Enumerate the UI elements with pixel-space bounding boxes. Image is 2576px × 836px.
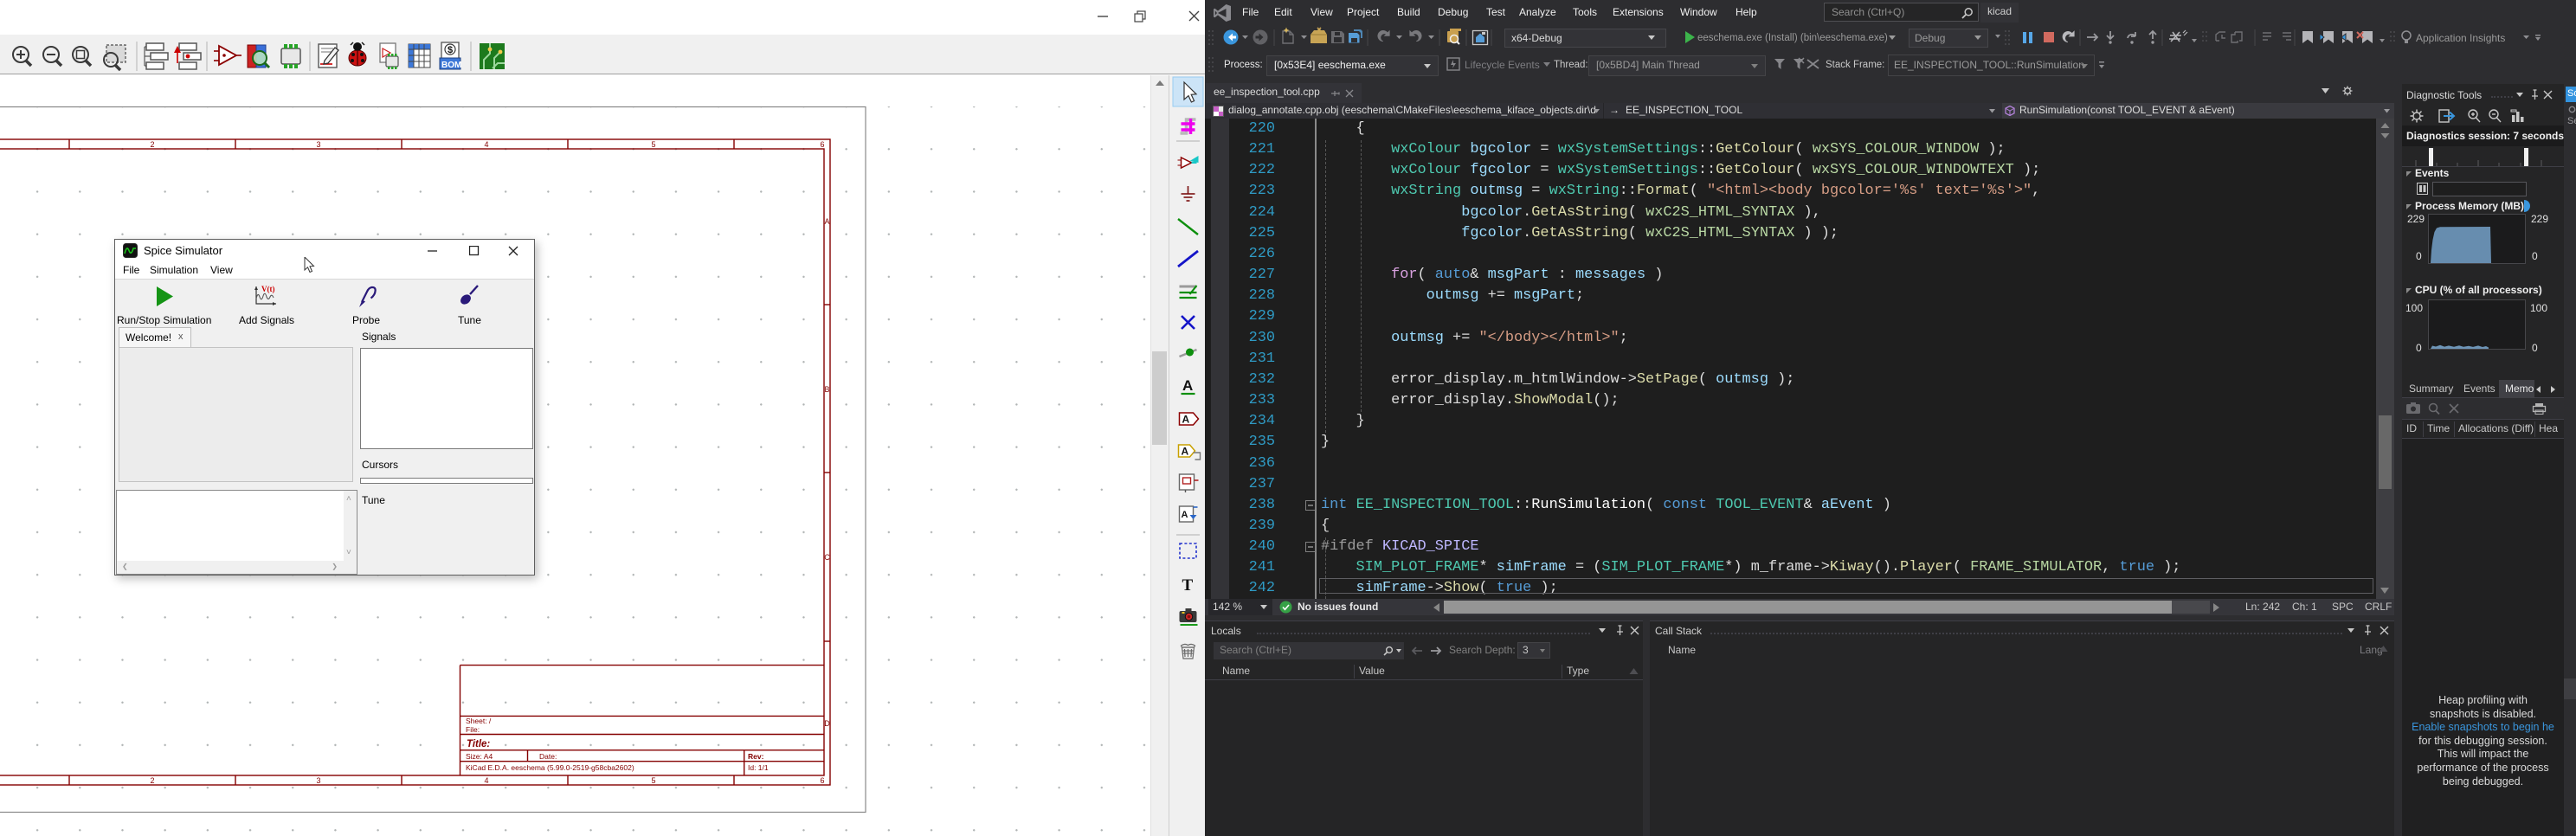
svg-text:x64-Debug: x64-Debug	[1511, 32, 1562, 44]
svg-text:4: 4	[484, 140, 488, 149]
svg-text:Application Insights: Application Insights	[2416, 32, 2505, 44]
svg-text:T: T	[1182, 576, 1194, 595]
svg-text:3: 3	[316, 140, 320, 149]
svg-text:Rev:: Rev:	[748, 752, 764, 761]
svg-text:B: B	[824, 385, 829, 394]
svg-text:A: A	[1182, 446, 1189, 458]
svg-text:D: D	[824, 719, 830, 728]
svg-text:File:: File:	[466, 725, 480, 734]
svg-text:V(t): V(t)	[261, 285, 275, 293]
svg-text:6: 6	[820, 776, 824, 785]
svg-text:2: 2	[150, 776, 154, 785]
svg-text:Title:: Title:	[467, 739, 490, 749]
svg-text:eeschema.exe (Install) (bin\ee: eeschema.exe (Install) (bin\eeschema.exe…	[1697, 33, 1888, 43]
svg-text:Date:: Date:	[539, 752, 557, 761]
svg-text:A: A	[1182, 414, 1190, 426]
svg-text:A: A	[1182, 377, 1193, 394]
svg-text:KiCad E.D.A. eeschema (5.99.0: KiCad E.D.A. eeschema (5.99.0-2519-g58cb…	[466, 763, 634, 772]
svg-text:4: 4	[484, 776, 488, 785]
svg-text:A: A	[1182, 510, 1188, 520]
svg-text:6: 6	[820, 140, 824, 149]
svg-text:3: 3	[316, 776, 320, 785]
svg-text:Sheet: /: Sheet: /	[466, 717, 492, 725]
svg-text:C: C	[824, 553, 830, 562]
svg-text:5: 5	[651, 776, 655, 785]
svg-text:Id: 1/1: Id: 1/1	[748, 763, 769, 772]
svg-text:BOM: BOM	[441, 61, 461, 70]
svg-text:A: A	[824, 217, 829, 226]
svg-text:2: 2	[150, 140, 154, 149]
svg-text:Size: A4: Size: A4	[466, 752, 493, 761]
svg-text:Debug: Debug	[1915, 32, 1945, 44]
svg-text:$: $	[448, 45, 453, 55]
svg-text:5: 5	[651, 140, 655, 149]
